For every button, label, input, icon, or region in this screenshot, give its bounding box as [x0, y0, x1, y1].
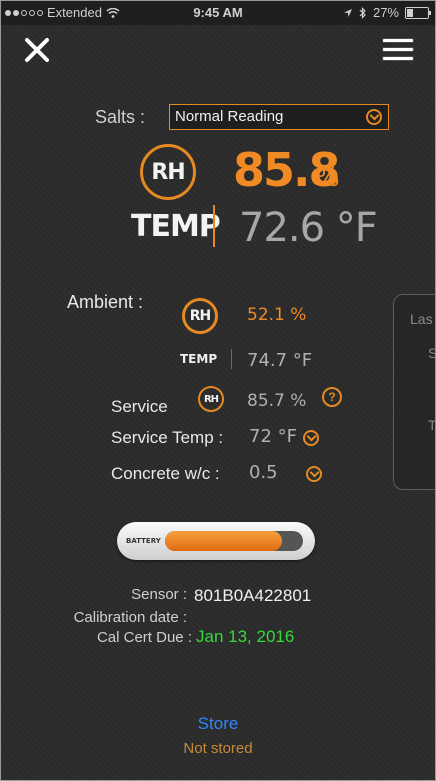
service-label: Service: [111, 397, 168, 416]
rh-badge: RH: [140, 144, 196, 200]
temp-value: 72.6 °F: [239, 205, 378, 251]
rh-unit: %: [315, 163, 340, 193]
panel-text: T: [428, 417, 436, 433]
salts-label: Salts :: [95, 107, 146, 127]
help-icon[interactable]: ?: [322, 387, 342, 407]
ambient-rh-badge: RH: [182, 298, 218, 334]
close-icon[interactable]: [23, 36, 51, 64]
cal-cert-due-value: Jan 13, 2016: [196, 627, 295, 646]
ambient-label: Ambient :: [67, 292, 144, 312]
status-right: 27%: [343, 5, 431, 20]
temp-label: TEMP: [131, 209, 221, 244]
concrete-wc-label: Concrete w/c :: [111, 464, 220, 483]
store-status: Not stored: [183, 740, 253, 757]
panel-text: S: [428, 345, 435, 361]
divider: [213, 205, 215, 247]
service-rh-badge: RH: [198, 386, 224, 412]
service-temp-label: Service Temp :: [111, 428, 224, 447]
sensor-label: Sensor :: [131, 586, 187, 603]
panel-title: Las: [410, 311, 433, 327]
salts-selected-value: Normal Reading: [175, 108, 284, 125]
ambient-rh-value: 52.1 %: [247, 305, 307, 325]
service-temp-value[interactable]: 72 °F: [249, 426, 297, 447]
divider: [231, 349, 232, 369]
ambient-temp-value: 74.7 °F: [247, 350, 313, 371]
battery-track: [165, 531, 303, 551]
service-rh-value: 85.7 %: [247, 391, 307, 411]
ambient-temp-label: TEMP: [180, 352, 218, 366]
last-reading-panel[interactable]: Las S T: [393, 294, 436, 490]
service-temp-chevron-icon[interactable]: [303, 430, 319, 446]
store-button[interactable]: Store: [1, 714, 435, 734]
battery-level-fill: [165, 531, 283, 551]
salts-dropdown[interactable]: Normal Reading: [169, 104, 389, 130]
status-bar: Extended 9:45 AM 27%: [1, 1, 435, 25]
battery-label: BATTERY: [126, 537, 161, 545]
app-screen: Extended 9:45 AM 27% Salts : Normal Read…: [0, 0, 436, 781]
calibration-date-label: Calibration date :: [73, 609, 187, 626]
chevron-down-icon: [366, 109, 382, 125]
sensor-id-value: 801B0A422801: [194, 586, 312, 605]
concrete-wc-value[interactable]: 0.5: [249, 462, 278, 483]
battery-percent: 27%: [372, 5, 399, 20]
bluetooth-icon: [359, 6, 366, 19]
concrete-wc-chevron-icon[interactable]: [306, 466, 322, 482]
location-icon: [343, 8, 352, 17]
battery-icon: [405, 6, 431, 19]
cal-cert-due-label: Cal Cert Due :: [96, 629, 192, 646]
battery-indicator: BATTERY: [117, 522, 315, 560]
hamburger-menu-icon[interactable]: [383, 37, 413, 63]
